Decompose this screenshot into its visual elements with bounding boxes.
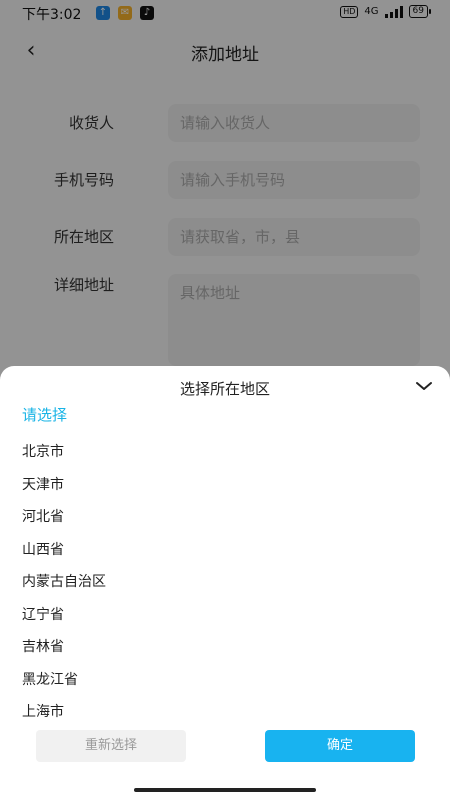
- region-list: 北京市 天津市 河北省 山西省 内蒙古自治区 辽宁省 吉林省 黑龙江省 上海市: [22, 442, 402, 735]
- region-item[interactable]: 辽宁省: [22, 605, 402, 638]
- region-picker-sheet: 选择所在地区 请选择 北京市 天津市 河北省 山西省 内蒙古自治区 辽宁省 吉林…: [0, 366, 450, 800]
- region-item[interactable]: 北京市: [22, 442, 402, 475]
- current-selection-tab[interactable]: 请选择: [22, 404, 67, 425]
- region-item[interactable]: 黑龙江省: [22, 670, 402, 703]
- collapse-sheet-button[interactable]: [414, 378, 434, 394]
- home-indicator[interactable]: [134, 788, 316, 792]
- confirm-button[interactable]: 确定: [265, 730, 415, 762]
- region-item[interactable]: 天津市: [22, 475, 402, 508]
- reset-selection-button[interactable]: 重新选择: [36, 730, 186, 762]
- region-item[interactable]: 吉林省: [22, 637, 402, 670]
- sheet-title: 选择所在地区: [179, 380, 270, 398]
- region-item[interactable]: 内蒙古自治区: [22, 572, 402, 605]
- region-item[interactable]: 河北省: [22, 507, 402, 540]
- chevron-down-icon: [416, 382, 432, 390]
- region-item[interactable]: 山西省: [22, 540, 402, 573]
